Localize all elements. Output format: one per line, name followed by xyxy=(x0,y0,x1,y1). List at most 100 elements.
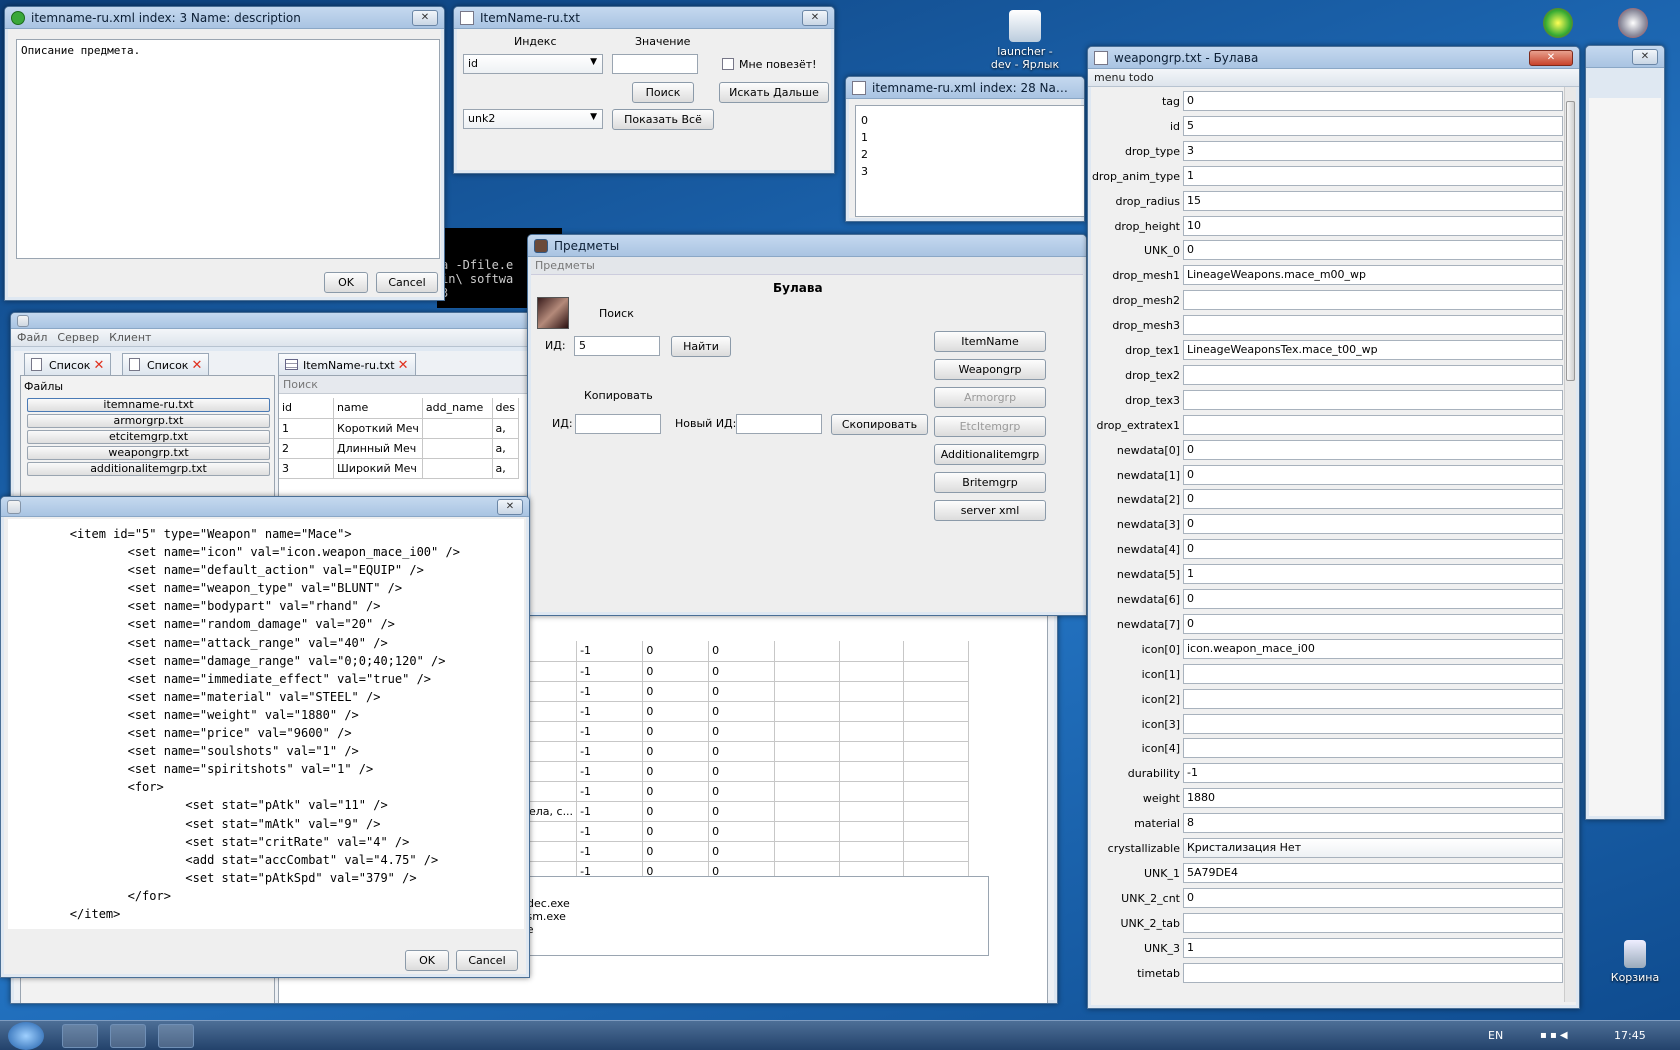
field-input[interactable] xyxy=(1183,290,1563,311)
col-header-name[interactable]: name xyxy=(333,398,423,419)
source-button-server-xml[interactable]: server xml xyxy=(934,500,1046,522)
field-input[interactable] xyxy=(1183,414,1563,435)
table-row[interactable]: рела, с... -1 0 0 xyxy=(519,801,969,822)
close-icon[interactable]: ✕ xyxy=(1632,48,1658,65)
scroll-thumb[interactable] xyxy=(1566,101,1575,381)
field-input[interactable]: 0 xyxy=(1183,240,1563,261)
cancel-button[interactable]: Cancel xyxy=(456,950,518,971)
field-input[interactable]: 1 xyxy=(1183,165,1563,186)
field-input[interactable] xyxy=(1183,713,1563,734)
lucky-checkbox[interactable] xyxy=(722,58,734,70)
file-item[interactable]: armorgrp.txt xyxy=(27,414,270,428)
index-select[interactable]: id ▼ xyxy=(463,54,603,74)
table-row[interactable]: -1 0 0 xyxy=(519,761,969,782)
table-row[interactable]: -1 0 0 xyxy=(519,641,969,662)
field-input[interactable]: LineageWeapons.mace_m00_wp xyxy=(1183,265,1563,286)
field-input[interactable]: 0 xyxy=(1183,91,1563,111)
close-tab-icon[interactable]: ✕ xyxy=(93,358,104,373)
col-header-addname[interactable]: add_name xyxy=(422,398,493,419)
start-button[interactable] xyxy=(8,1022,44,1050)
file-item[interactable]: additionalitemgrp.txt xyxy=(27,462,270,476)
new-id-input[interactable] xyxy=(736,414,822,434)
source-button-armorgrp[interactable]: Armorgrp xyxy=(934,387,1046,409)
id-input[interactable]: 5 xyxy=(574,336,660,356)
field-input[interactable]: 5 xyxy=(1183,115,1563,136)
field-input[interactable] xyxy=(1183,738,1563,759)
table-row[interactable]: 1 Короткий Меч а, xyxy=(279,418,519,439)
app-icon-menu[interactable] xyxy=(1618,8,1648,38)
find-button[interactable]: Найти xyxy=(671,336,731,357)
desktop-icon-launcher[interactable]: launcher - dev - Ярлык xyxy=(990,10,1060,71)
source-button-britemgrp[interactable]: Britemgrp xyxy=(934,472,1046,493)
table-row[interactable]: 2 Длинный Меч а, xyxy=(279,438,519,459)
clock[interactable]: 17:45 xyxy=(1614,1029,1646,1042)
desktop-icon-recycle[interactable]: Корзина xyxy=(1600,940,1670,984)
field-input[interactable] xyxy=(1183,912,1563,933)
close-tab-icon[interactable]: ✕ xyxy=(398,358,409,373)
table-row[interactable]: -1 0 0 xyxy=(519,741,969,762)
field-input[interactable]: 15 xyxy=(1183,190,1563,211)
table-row[interactable]: -1 0 0 xyxy=(519,721,969,742)
field-input[interactable] xyxy=(1183,389,1563,410)
field-input[interactable]: icon.weapon_mace_i00 xyxy=(1183,638,1563,659)
field-select[interactable]: unk2 ▼ xyxy=(463,109,603,129)
field-input[interactable]: 3 xyxy=(1183,140,1563,161)
field-input[interactable]: 0 xyxy=(1183,489,1563,510)
menu-client[interactable]: Клиент xyxy=(109,331,151,344)
field-input[interactable]: LineageWeaponsTex.mace_t00_wp xyxy=(1183,340,1563,360)
field-input[interactable] xyxy=(1183,688,1563,709)
file-item[interactable]: etcitemgrp.txt xyxy=(27,430,270,444)
close-icon[interactable]: ✕ xyxy=(1529,49,1573,66)
copy-id-input[interactable] xyxy=(575,414,661,434)
taskbar-item-console[interactable] xyxy=(110,1024,146,1048)
tab-list-1[interactable]: Список ✕ xyxy=(24,353,112,375)
field-input[interactable]: 5A79DE4 xyxy=(1183,862,1563,883)
field-input[interactable]: 0 xyxy=(1183,439,1563,460)
field-input[interactable] xyxy=(1183,663,1563,684)
field-input[interactable]: 10 xyxy=(1183,215,1563,236)
values-textarea[interactable]: 0 1 2 3 xyxy=(855,105,1084,217)
taskbar-item-java[interactable] xyxy=(158,1024,194,1048)
close-icon[interactable]: ✕ xyxy=(412,9,438,26)
field-input[interactable]: 0 xyxy=(1183,613,1563,634)
field-input[interactable]: 0 xyxy=(1183,887,1563,908)
ok-button[interactable]: OK xyxy=(405,950,449,971)
cancel-button[interactable]: Cancel xyxy=(376,272,438,293)
field-input[interactable]: 0 xyxy=(1183,514,1563,535)
description-textarea[interactable]: Описание предмета. xyxy=(16,39,440,259)
close-tab-icon[interactable]: ✕ xyxy=(191,358,202,373)
table-row[interactable]: -1 0 0 xyxy=(519,821,969,842)
field-input[interactable]: 1880 xyxy=(1183,788,1563,809)
field-input[interactable] xyxy=(1183,962,1563,983)
source-button-weapongrp[interactable]: Weapongrp xyxy=(934,359,1046,381)
search-button[interactable]: Поиск xyxy=(632,82,694,103)
scrollbar[interactable] xyxy=(1564,87,1576,1002)
source-button-additionalitemgrp[interactable]: Additionalitemgrp xyxy=(934,443,1046,465)
table-row[interactable]: -1 0 0 xyxy=(519,681,969,702)
show-all-button[interactable]: Показать Всё xyxy=(612,109,714,130)
value-input[interactable] xyxy=(612,54,698,74)
field-input[interactable]: 1 xyxy=(1183,564,1563,585)
tab-list-2[interactable]: Список ✕ xyxy=(122,353,210,375)
field-input[interactable]: 0 xyxy=(1183,464,1563,485)
col-header-id[interactable]: id xyxy=(279,398,335,419)
language-indicator[interactable]: EN xyxy=(1488,1029,1503,1042)
source-button-etcitemgrp[interactable]: EtcItemgrp xyxy=(934,415,1046,437)
table-row[interactable]: -1 0 0 xyxy=(519,841,969,862)
menu-file[interactable]: Файл xyxy=(17,331,47,344)
xml-textarea[interactable]: <item id="5" type="Weapon" name="Mace"> … xyxy=(8,519,524,929)
taskbar-item-explorer[interactable] xyxy=(62,1024,98,1048)
app-icon-hs[interactable] xyxy=(1543,8,1573,38)
crystallizable-select[interactable]: Кристализация Нет xyxy=(1183,838,1563,858)
table-row[interactable]: 3 Широкий Меч а, xyxy=(279,458,519,479)
copy-button[interactable]: Скопировать xyxy=(831,414,928,435)
col-header-desc[interactable]: des xyxy=(492,398,519,419)
field-input[interactable] xyxy=(1183,315,1563,336)
menu-server[interactable]: Сервер xyxy=(57,331,99,344)
field-input[interactable] xyxy=(1183,364,1563,385)
file-item[interactable]: itemname-ru.txt xyxy=(27,398,270,412)
close-icon[interactable]: ✕ xyxy=(802,9,828,26)
file-item[interactable]: weapongrp.txt xyxy=(27,446,270,460)
table-row[interactable]: -1 0 0 xyxy=(519,781,969,802)
menu-todo[interactable]: menu todo xyxy=(1088,69,1579,87)
